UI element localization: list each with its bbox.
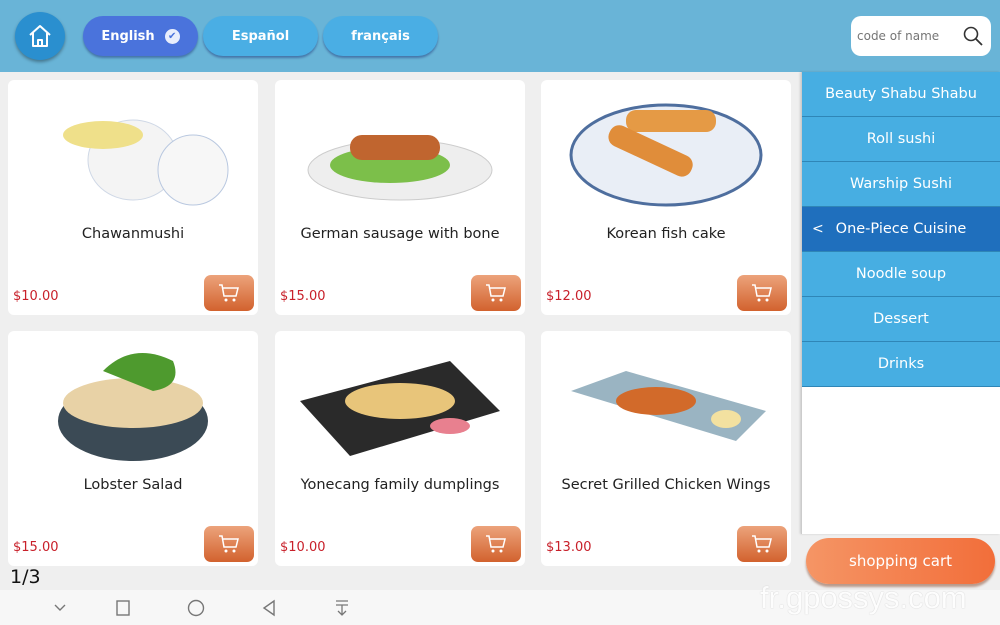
add-to-cart-button[interactable] [737,275,787,311]
category-item[interactable]: Dessert [802,297,1000,342]
add-to-cart-button[interactable] [204,526,254,562]
language-francais-button[interactable]: français [323,16,438,56]
search-box [851,16,991,56]
category-item[interactable]: Noodle soup [802,252,1000,297]
chevron-left-icon: < [812,221,824,237]
check-icon: ✔ [164,28,180,44]
product-card[interactable]: German sausage with bone $15.00 [275,80,525,315]
search-input[interactable] [857,29,962,43]
product-card[interactable]: Secret Grilled Chicken Wings $13.00 [541,331,791,566]
chevron-down-icon[interactable] [50,598,70,618]
cart-icon [219,284,239,302]
product-image[interactable] [566,341,766,471]
add-to-cart-button[interactable] [204,275,254,311]
add-to-cart-button[interactable] [471,275,521,311]
product-card[interactable]: Lobster Salad $15.00 [8,331,258,566]
home-circle-icon[interactable] [186,598,206,618]
product-image[interactable] [300,90,500,220]
product-image[interactable] [33,341,233,471]
product-card[interactable]: Yonecang family dumplings $10.00 [275,331,525,566]
cart-icon [486,284,506,302]
category-item[interactable]: Warship Sushi [802,162,1000,207]
category-item[interactable]: Drinks [802,342,1000,387]
product-price: $15.00 [280,289,326,304]
back-icon[interactable] [259,598,279,618]
add-to-cart-button[interactable] [737,526,787,562]
notification-pull-icon[interactable] [332,598,352,618]
top-bar: English ✔ Español français [0,0,1000,72]
product-card[interactable]: Chawanmushi $10.00 [8,80,258,315]
cart-icon [752,535,772,553]
product-price: $12.00 [546,289,592,304]
product-name: Lobster Salad [83,477,183,493]
cart-icon [486,535,506,553]
product-name: Chawanmushi [81,226,185,242]
watermark: fr.gpossys.com [760,580,967,615]
product-image[interactable] [566,90,766,220]
product-image[interactable] [33,90,233,220]
cart-icon [219,535,239,553]
product-name: Korean fish cake [606,226,726,242]
home-button[interactable] [15,12,65,60]
add-to-cart-button[interactable] [471,526,521,562]
product-name: Yonecang family dumplings [300,477,500,493]
language-espanol-button[interactable]: Español [203,16,318,56]
home-icon [29,25,51,47]
shopping-cart-button[interactable]: shopping cart [806,538,995,584]
product-price: $10.00 [280,540,326,555]
category-item[interactable]: Beauty Shabu Shabu [802,72,1000,117]
category-sidebar: Beauty Shabu Shabu Roll sushi Warship Sush… [801,72,1000,534]
product-name: German sausage with bone [300,226,500,242]
product-image[interactable] [300,341,500,471]
recent-apps-icon[interactable] [113,598,133,618]
language-english-button[interactable]: English ✔ [83,16,198,56]
category-item[interactable]: Roll sushi [802,117,1000,162]
search-icon[interactable] [962,25,984,47]
product-name: Secret Grilled Chicken Wings [561,477,771,493]
cart-icon [752,284,772,302]
product-card[interactable]: Korean fish cake $12.00 [541,80,791,315]
page-indicator: 1/3 [10,566,41,588]
product-price: $13.00 [546,540,592,555]
category-item[interactable]: < One-Piece Cuisine [802,207,1000,252]
product-price: $15.00 [13,540,59,555]
product-price: $10.00 [13,289,59,304]
